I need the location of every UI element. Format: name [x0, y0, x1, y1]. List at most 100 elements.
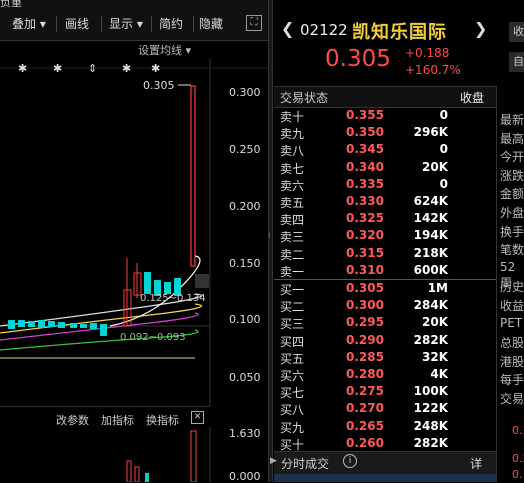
order-level-label: 买六	[280, 369, 305, 383]
order-volume: 284K	[413, 298, 448, 313]
bid-row[interactable]: 买五 0.285 32K	[274, 349, 496, 368]
order-volume: 282K	[413, 435, 448, 450]
order-price: 0.300	[346, 298, 384, 313]
edit-params-button[interactable]: 改参数	[56, 412, 89, 428]
ask-row[interactable]: 卖六 0.335 0	[274, 176, 496, 195]
order-level-label: 卖一	[280, 264, 305, 279]
candle-limit-up	[190, 85, 196, 267]
order-level-label: 卖七	[280, 161, 305, 176]
order-volume: 20K	[422, 159, 448, 174]
expand-icon[interactable]: ⛶	[246, 15, 262, 31]
bid-row[interactable]: 买一 0.305 1M	[274, 280, 496, 299]
range-label: 0.125~0.134	[140, 293, 206, 304]
overlay-button[interactable]: 叠加 ▾	[12, 14, 46, 34]
order-price: 0.310	[346, 262, 384, 277]
ask-row[interactable]: 卖九 0.350 296K	[274, 124, 496, 143]
ask-row[interactable]: 卖二 0.315 218K	[274, 245, 496, 264]
order-price: 0.320	[346, 228, 384, 243]
market-status-label: 收盘	[460, 91, 485, 105]
splitter-grip-icon[interactable]: ⁞	[268, 231, 271, 240]
stat-label: 今开	[500, 150, 524, 165]
tick-detail-button[interactable]: 详	[470, 455, 482, 472]
display-button[interactable]: 显示 ▾	[109, 14, 143, 34]
ask-row[interactable]: 卖八 0.345 0	[274, 141, 496, 160]
next-stock-icon[interactable]: ❯	[474, 19, 487, 38]
axis-highlight	[195, 274, 209, 288]
ask-row[interactable]: 卖七 0.340 20K	[274, 159, 496, 178]
order-volume: 142K	[413, 211, 448, 226]
candle	[144, 272, 151, 294]
candle	[100, 324, 107, 336]
order-price: 0.285	[346, 349, 384, 364]
ask-row[interactable]: 卖四 0.325 142K	[274, 210, 496, 229]
self-select-button[interactable]: 自	[509, 52, 524, 72]
stat-label: 历史	[500, 280, 524, 295]
ask-row[interactable]: 卖三 0.320 194K	[274, 227, 496, 246]
candle	[28, 321, 35, 327]
panel-splitter[interactable]	[268, 0, 273, 482]
avg-line-setting-button[interactable]: 设置均线 ▾	[138, 42, 191, 58]
prev-stock-icon[interactable]: ❮	[281, 19, 294, 38]
stat-label: 换手	[500, 224, 524, 239]
last-price: 0.305	[325, 46, 391, 72]
bid-row[interactable]: 买四 0.290 282K	[274, 332, 496, 351]
tick-row[interactable]	[274, 474, 496, 482]
order-level-label: 卖四	[280, 213, 305, 228]
y-axis-label: 0.100	[229, 313, 261, 326]
event-marker[interactable]: ✱	[151, 62, 160, 75]
bid-row[interactable]: 买六 0.280 4K	[274, 366, 496, 385]
right-value: 0.3	[512, 424, 524, 437]
event-marker[interactable]: ✱	[18, 62, 27, 75]
info-icon[interactable]: i	[343, 454, 357, 468]
bid-row[interactable]: 买二 0.300 284K	[274, 297, 496, 316]
order-price: 0.305	[346, 281, 384, 295]
add-indicator-button[interactable]: 加指标	[101, 412, 134, 428]
simple-mode-button[interactable]: 简约	[159, 14, 183, 34]
bid-row[interactable]: 买三 0.295 20K	[274, 314, 496, 333]
volume-bar	[145, 473, 149, 482]
order-level-label: 卖五	[280, 196, 305, 210]
panel-border	[496, 86, 497, 482]
order-price: 0.295	[346, 315, 384, 330]
order-volume: 296K	[413, 125, 448, 140]
collapse-icon[interactable]: ▶	[270, 456, 277, 466]
ask-row[interactable]: 卖十 0.355 0	[274, 107, 496, 126]
order-volume: 600K	[413, 262, 448, 277]
order-price: 0.355	[346, 108, 384, 122]
event-marker[interactable]: ⇕	[88, 62, 97, 75]
bid-row[interactable]: 买九 0.265 248K	[274, 418, 496, 437]
order-price: 0.315	[346, 245, 384, 260]
right-value: 0.2	[512, 452, 524, 465]
order-price: 0.350	[346, 125, 384, 140]
candlestick-chart[interactable]: ✱ ✱ ⇕ ✱ ✱ 0.305 0.125~0.134 0.092~0.093	[0, 58, 268, 406]
stat-label: 交易	[500, 392, 524, 406]
volume-chart[interactable]	[0, 427, 268, 482]
order-level-label: 买四	[280, 334, 305, 349]
hide-button[interactable]: 隐藏	[199, 14, 223, 34]
candle	[48, 321, 55, 327]
ask-row[interactable]: 卖五 0.330 624K	[274, 193, 496, 212]
bid-row[interactable]: 买七 0.275 100K	[274, 383, 496, 402]
display-label: 显示	[109, 17, 134, 31]
collect-button[interactable]: 收	[509, 22, 524, 42]
overlay-label: 叠加	[12, 17, 37, 31]
order-price: 0.260	[346, 435, 384, 450]
switch-indicator-button[interactable]: 换指标	[146, 412, 179, 428]
event-marker[interactable]: ✱	[122, 62, 131, 75]
stat-label: 最高	[500, 131, 524, 146]
event-marker[interactable]: ✱	[53, 62, 62, 75]
order-price: 0.290	[346, 332, 384, 347]
bid-row[interactable]: 买八 0.270 122K	[274, 400, 496, 419]
stat-label: 总股	[500, 336, 524, 351]
order-volume: 624K	[413, 194, 448, 208]
order-price: 0.330	[346, 194, 384, 208]
ask-row[interactable]: 卖一 0.310 600K	[274, 262, 496, 281]
stock-name: 凯知乐国际	[352, 22, 447, 43]
stat-label: PET	[500, 315, 523, 330]
candle	[58, 322, 65, 328]
toolbar-divider	[56, 16, 57, 32]
draw-line-button[interactable]: 画线	[65, 14, 89, 34]
stat-label: 港股	[500, 354, 524, 369]
close-icon[interactable]: ✕	[191, 411, 204, 424]
order-level-label: 卖八	[280, 144, 305, 159]
